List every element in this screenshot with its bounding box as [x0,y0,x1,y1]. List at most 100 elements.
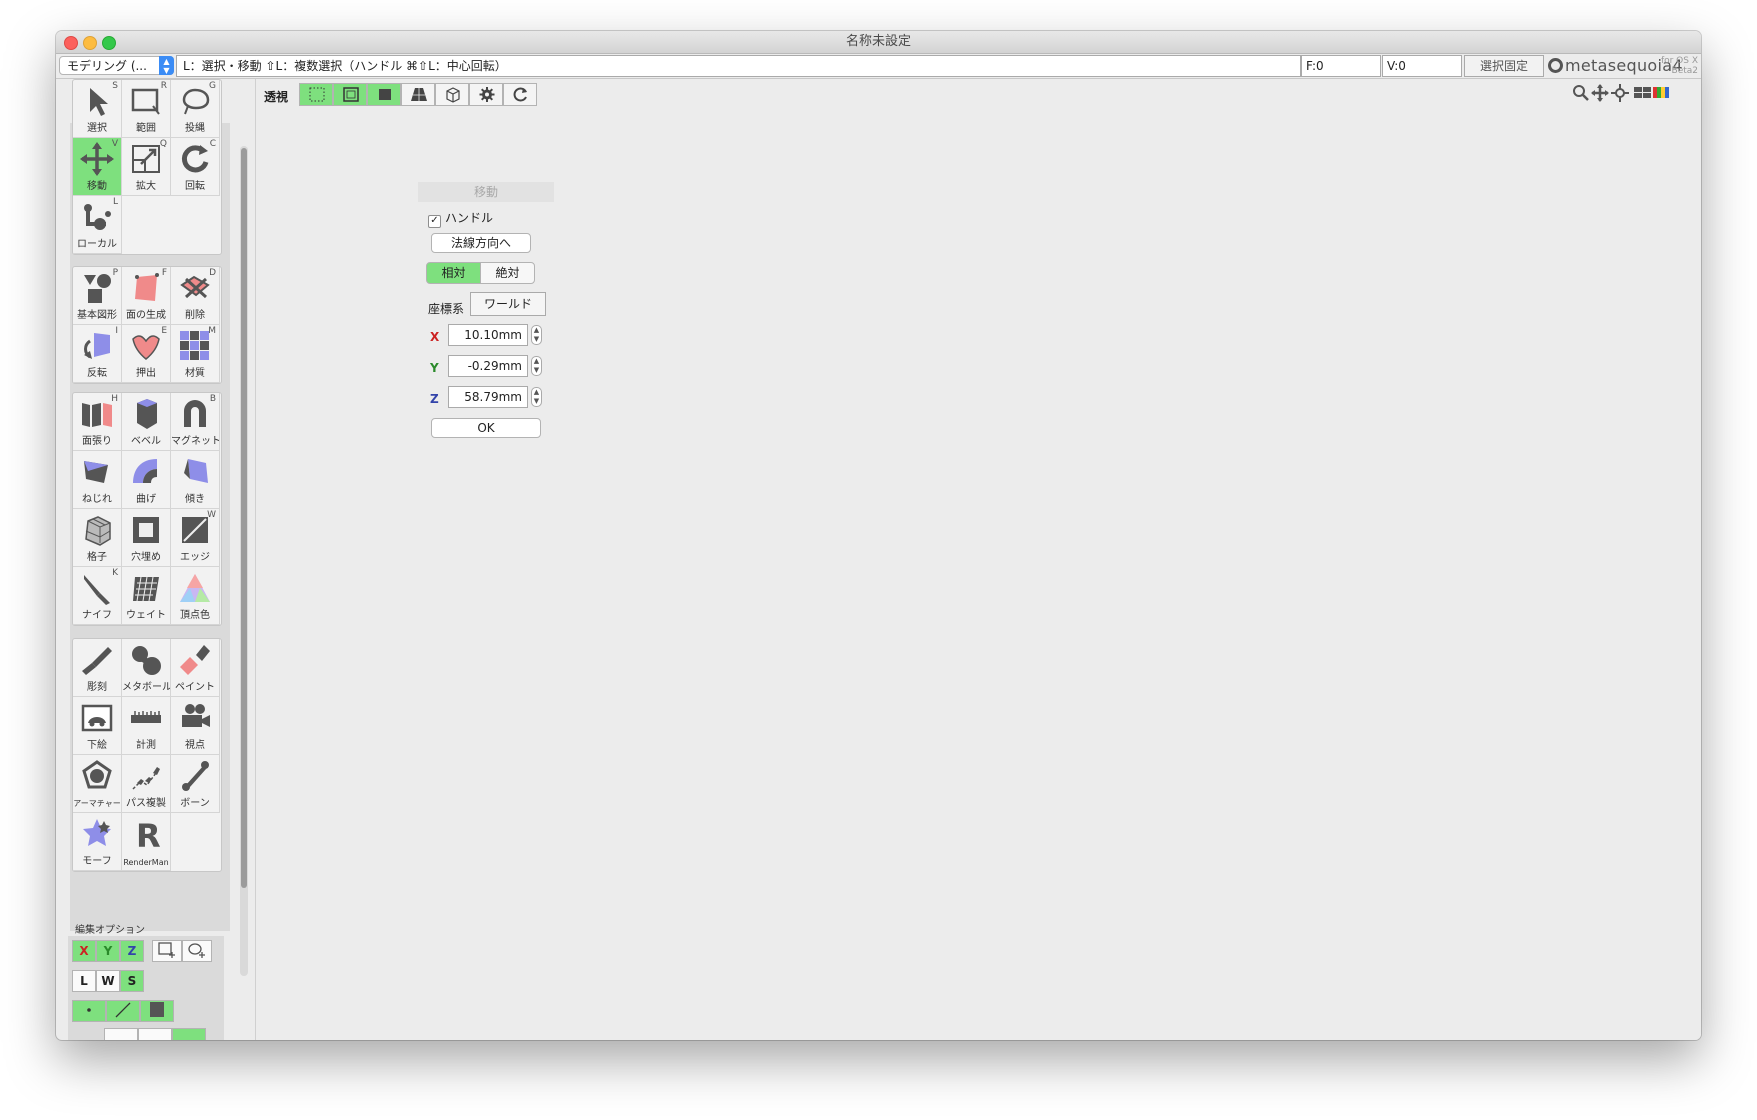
lasso-add-option-button[interactable] [182,940,212,962]
absolute-toggle[interactable]: 絶対 [480,262,535,284]
extra-option-button-2[interactable] [138,1028,172,1040]
tool-sculpt[interactable]: 彫刻 [73,639,122,697]
vertex-mode-toggle[interactable] [72,1000,106,1022]
z-axis-label: Z [430,392,439,406]
tool-scale[interactable]: Q 拡大 [122,138,171,196]
layout-grid-icon[interactable] [1634,85,1670,101]
tool-delete[interactable]: D 削除 [171,267,220,325]
view-settings-button[interactable] [469,83,503,106]
tool-extrude[interactable]: E 押出 [122,325,171,383]
handle-checkbox[interactable]: ✓ ハンドル [428,209,493,228]
lasso-icon [182,88,210,115]
logo-mark-icon [1548,58,1563,73]
zoom-window-button[interactable] [102,36,116,50]
tool-label: 選択 [87,123,107,134]
viewport[interactable]: 透視 移動 ✓ ハンドル 法線方向へ 相対 絶対 座標系 ワールド X 10.1… [255,79,1701,1040]
y-value-stepper[interactable]: ▲ ▼ [531,356,542,376]
extra-option-button-1[interactable] [104,1028,138,1040]
extrude-icon [132,335,160,360]
tool-camera[interactable]: 視点 [171,697,220,755]
tool-lasso[interactable]: G 投縄 [171,80,220,138]
view-wire-button[interactable] [333,83,367,106]
tool-local[interactable]: L ローカル [73,196,122,254]
tool-label: ローカル [77,239,117,250]
tool-fill-hole[interactable]: 穴埋め [122,509,171,567]
world-coord-toggle[interactable]: W [96,970,120,992]
logo-version: Beta2 [1671,66,1698,76]
view-nav-icons [1572,83,1692,103]
axis-y-toggle[interactable]: Y [96,940,120,962]
tool-label: メタボール [122,682,170,693]
tool-scrollbar-thumb[interactable] [241,148,247,888]
tool-create-face[interactable]: F 面の生成 [122,267,171,325]
tool-armature[interactable]: アーマチャー [73,755,122,813]
tool-lattice[interactable]: 格子 [73,509,122,567]
tool-knife[interactable]: K ナイフ [73,567,122,625]
tool-bone[interactable]: ボーン [171,755,220,813]
tool-rotate[interactable]: C 回転 [171,138,220,196]
x-value-input[interactable]: 10.10mm [448,324,528,346]
tool-cursor-arrow[interactable]: S 選択 [73,80,122,138]
tool-shortcut-key: F [161,268,167,278]
extra-option-button-3[interactable] [172,1028,206,1040]
tool-bevel[interactable]: ベベル [122,393,171,451]
tool-material[interactable]: M 材質 [171,325,220,383]
tool-twist[interactable]: ねじれ [73,451,122,509]
selection-lock-button[interactable]: 選択固定 [1464,55,1544,77]
tool-primitive[interactable]: P 基本図形 [73,267,122,325]
tool-renderman[interactable]: R RenderMan [122,813,171,871]
tool-edge[interactable]: W エッジ [171,509,220,567]
axis-x-toggle[interactable]: X [72,940,96,962]
select-add-option-button[interactable] [152,940,182,962]
tool-shortcut-key: C [209,139,216,149]
z-value-stepper[interactable]: ▲ ▼ [531,387,542,407]
tool-face-fill[interactable]: H 面張り [73,393,122,451]
screen-coord-toggle[interactable]: S [120,970,144,992]
z-value-input[interactable]: 58.79mm [448,386,528,408]
edge-mode-toggle[interactable] [106,1000,140,1022]
tool-underlay[interactable]: 下絵 [73,697,122,755]
tool-scrollbar[interactable] [240,146,248,976]
tool-rect-select[interactable]: R 範囲 [122,80,171,138]
minimize-window-button[interactable] [83,36,97,50]
tool-morph[interactable]: モーフ [73,813,122,871]
x-value-stepper[interactable]: ▲ ▼ [531,325,542,345]
view-vertex-button[interactable] [299,83,333,106]
pan-arrows-icon[interactable] [1591,84,1609,102]
tool-vertex-color[interactable]: 頂点色 [171,567,220,625]
tool-magnet[interactable]: B マグネット [171,393,220,451]
tool-weight[interactable]: ウェイト [122,567,171,625]
close-window-button[interactable] [64,36,78,50]
relative-toggle[interactable]: 相対 [426,262,481,284]
tool-path-dup[interactable]: パス複製 [122,755,171,813]
face-mode-toggle[interactable] [140,1000,174,1022]
axis-z-toggle[interactable]: Z [120,940,144,962]
search-icon[interactable] [1572,84,1590,102]
local-coord-toggle[interactable]: L [72,970,96,992]
tool-label: ボーン [180,798,210,809]
view-perspective-button[interactable] [401,83,435,106]
tool-move-arrows[interactable]: V 移動 [73,138,122,196]
cube-icon [446,87,460,103]
normal-direction-button[interactable]: 法線方向へ [431,233,531,253]
tool-bend[interactable]: 曲げ [122,451,171,509]
view-cube-button[interactable] [435,83,469,106]
tool-skew[interactable]: 傾き [171,451,220,509]
tool-group-3: H 面張り ベベル B マグネット ねじれ 曲げ 傾き 格子 穴埋め W エッジ K ナイフ ウェイト 頂点色 [72,392,222,626]
tool-measure[interactable]: 計測 [122,697,171,755]
mode-select[interactable]: モデリング (... ▲ ▼ [59,56,174,75]
tool-label: ペイント [175,682,215,693]
tool-shortcut-key: R [160,81,167,91]
ok-button[interactable]: OK [431,418,541,438]
face-count: F:0 [1301,55,1381,77]
tool-paint[interactable]: ペイント [171,639,220,697]
tool-group-1: S 選択 R 範囲 G 投縄 V 移動 Q 拡大 C 回転 L ローカル [72,79,222,255]
orbit-icon[interactable] [1611,84,1629,102]
y-value-input[interactable]: -0.29mm [448,355,528,377]
svg-text:R: R [136,817,161,851]
tool-metaball[interactable]: メタボール [122,639,171,697]
view-refresh-button[interactable] [503,83,537,106]
view-solid-button[interactable] [367,83,401,106]
tool-flip[interactable]: I 反転 [73,325,122,383]
coord-system-button[interactable]: ワールド [470,292,546,316]
